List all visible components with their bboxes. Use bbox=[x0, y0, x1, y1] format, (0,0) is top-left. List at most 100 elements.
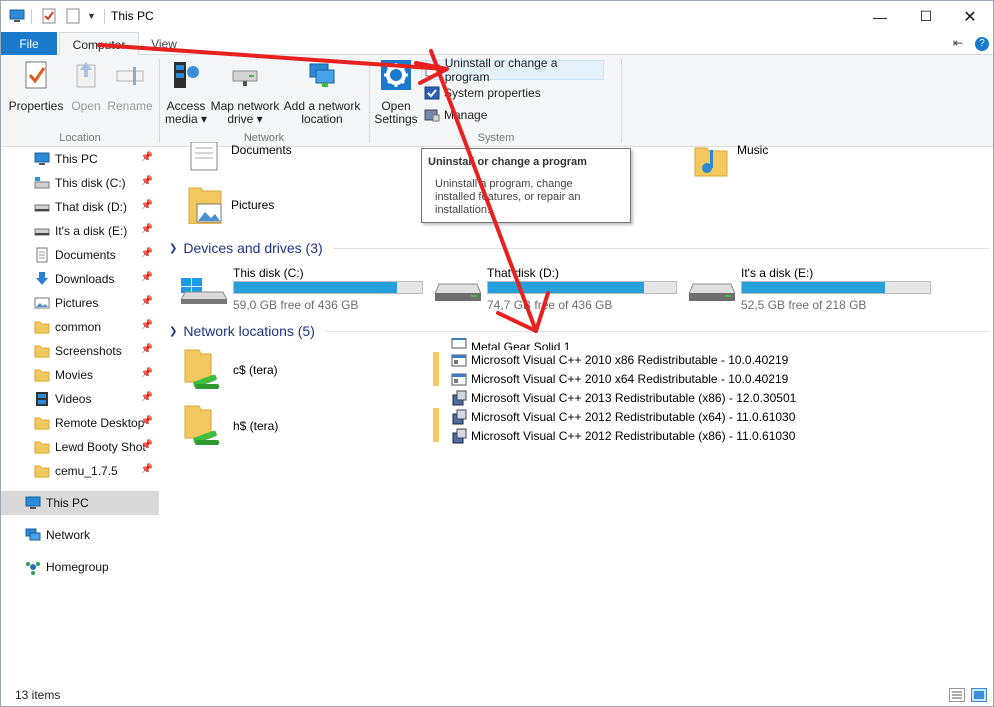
network-location-icon bbox=[309, 63, 335, 87]
group-label-location: Location bbox=[59, 132, 101, 144]
group-label-system: System bbox=[477, 132, 515, 144]
nav-item-screenshots[interactable]: Screenshots 📌 bbox=[1, 339, 159, 363]
pin-icon: 📌 bbox=[140, 416, 153, 427]
system-properties-button[interactable]: System properties bbox=[421, 83, 541, 103]
folder-documents[interactable]: Documents bbox=[187, 142, 292, 180]
uninstall-tooltip: Uninstall or change a program Uninstall … bbox=[421, 148, 631, 223]
nav-item-homegroup[interactable]: Homegroup bbox=[1, 555, 159, 579]
installer-icon bbox=[452, 428, 467, 443]
this-pc-icon bbox=[34, 152, 50, 165]
network-share-h[interactable]: h$ (tera) bbox=[181, 404, 278, 448]
drive-e-usage-fill bbox=[742, 282, 885, 293]
media-icon bbox=[174, 62, 199, 88]
minimize-button[interactable]: — bbox=[857, 1, 903, 32]
nav-item-downloads[interactable]: Downloads 📌 bbox=[1, 267, 159, 291]
nav-item-remote-desktop[interactable]: Remote Desktop 📌 bbox=[1, 411, 159, 435]
nav-item-disk-e[interactable]: It's a disk (E:) 📌 bbox=[1, 219, 159, 243]
access-media-button[interactable]: Access media ▾ bbox=[163, 59, 209, 126]
folder-icon bbox=[34, 465, 50, 478]
drive-e[interactable]: It's a disk (E:) 52,5 GB free of 218 GB bbox=[669, 266, 931, 312]
program-item[interactable]: Microsoft Visual C++ 2012 Redistributabl… bbox=[451, 407, 811, 426]
drive-c[interactable]: This disk (C:) 59,0 GB free of 436 GB bbox=[161, 266, 423, 312]
file-explorer-window: ▼ This PC — ☐ ✕ File Computer View ⇤ ? P… bbox=[0, 0, 994, 707]
open-settings-button[interactable]: Open Settings bbox=[373, 59, 419, 126]
installer-icon bbox=[452, 390, 467, 405]
system-properties-icon bbox=[424, 86, 440, 100]
network-share-c[interactable]: c$ (tera) bbox=[181, 348, 278, 392]
tab-computer[interactable]: Computer bbox=[59, 32, 139, 56]
program-icon bbox=[451, 338, 467, 349]
new-folder-qat-icon[interactable] bbox=[65, 8, 81, 24]
add-network-location-button[interactable]: Add a network location bbox=[283, 59, 361, 126]
folder-pictures[interactable]: Pictures bbox=[187, 186, 274, 224]
nav-item-documents[interactable]: Documents 📌 bbox=[1, 243, 159, 267]
pin-icon: 📌 bbox=[140, 272, 153, 283]
this-pc-icon[interactable] bbox=[9, 8, 25, 24]
network-folder-icon bbox=[184, 349, 219, 389]
maximize-button[interactable]: ☐ bbox=[903, 1, 949, 32]
properties-qat-icon[interactable] bbox=[41, 8, 57, 24]
nav-item-this-pc-quick[interactable]: This PC 📌 bbox=[1, 147, 159, 171]
details-view-icon[interactable] bbox=[949, 688, 965, 702]
ribbon: Properties Open Rename Location Access m… bbox=[1, 55, 993, 147]
windows-drive-icon bbox=[181, 278, 227, 304]
uninstall-program-button[interactable]: Uninstall or change a program bbox=[421, 56, 604, 84]
item-count: 13 items bbox=[15, 688, 61, 702]
installer-icon bbox=[452, 409, 467, 424]
content-pane: Documents Music Pictures ❯ Devices and d… bbox=[161, 142, 993, 679]
drive-icon bbox=[34, 228, 50, 236]
partial-folder-edge bbox=[433, 408, 439, 442]
program-item[interactable]: Metal Gear Solid 1 bbox=[451, 338, 811, 350]
windows-drive-icon bbox=[34, 177, 50, 189]
pin-ribbon-icon[interactable]: ⇤ bbox=[953, 36, 963, 50]
pictures-folder-icon bbox=[188, 187, 222, 224]
large-icons-view-icon[interactable] bbox=[971, 688, 987, 702]
nav-item-cemu[interactable]: cemu_1.7.5 📌 bbox=[1, 459, 159, 483]
map-network-drive-button[interactable]: Map network drive ▾ bbox=[209, 59, 281, 126]
pin-icon: 📌 bbox=[140, 176, 153, 187]
open-button[interactable]: Open bbox=[67, 59, 105, 113]
drive-c-usage-bar bbox=[233, 281, 423, 294]
folder-music[interactable]: Music bbox=[693, 142, 768, 180]
help-icon[interactable]: ? bbox=[975, 37, 989, 51]
partial-folder-edge bbox=[433, 352, 439, 386]
pin-icon: 📌 bbox=[140, 392, 153, 403]
nav-item-disk-c[interactable]: This disk (C:) 📌 bbox=[1, 171, 159, 195]
pin-icon: 📌 bbox=[140, 152, 153, 163]
nav-item-common[interactable]: common 📌 bbox=[1, 315, 159, 339]
pin-icon: 📌 bbox=[140, 440, 153, 451]
chevron-down-icon: ❯ bbox=[169, 325, 178, 337]
program-icon bbox=[451, 354, 467, 366]
open-icon bbox=[76, 62, 96, 88]
network-drive-icon bbox=[232, 70, 258, 86]
nav-item-disk-d[interactable]: That disk (D:) 📌 bbox=[1, 195, 159, 219]
program-item[interactable]: Microsoft Visual C++ 2012 Redistributabl… bbox=[451, 426, 811, 445]
this-pc-icon bbox=[25, 496, 41, 509]
documents-folder-icon bbox=[190, 142, 218, 171]
drive-d[interactable]: That disk (D:) 74,7 GB free of 436 GB bbox=[415, 266, 677, 312]
chevron-down-icon: ❯ bbox=[169, 242, 178, 254]
close-button[interactable]: ✕ bbox=[947, 1, 993, 32]
pictures-icon bbox=[34, 297, 50, 309]
program-item[interactable]: Microsoft Visual C++ 2010 x86 Redistribu… bbox=[451, 350, 811, 369]
manage-button[interactable]: Manage bbox=[421, 105, 487, 125]
program-item[interactable]: Microsoft Visual C++ 2013 Redistributabl… bbox=[451, 388, 811, 407]
nav-item-movies[interactable]: Movies 📌 bbox=[1, 363, 159, 387]
network-locations-header[interactable]: ❯ Network locations (5) bbox=[169, 323, 989, 339]
nav-item-network[interactable]: Network bbox=[1, 523, 159, 547]
tab-view[interactable]: View bbox=[141, 32, 187, 56]
nav-item-pictures[interactable]: Pictures 📌 bbox=[1, 291, 159, 315]
pin-icon: 📌 bbox=[140, 296, 153, 307]
nav-item-lewd-booty-shot[interactable]: Lewd Booty Shot 📌 bbox=[1, 435, 159, 459]
rename-button[interactable]: Rename bbox=[107, 59, 153, 113]
devices-and-drives-header[interactable]: ❯ Devices and drives (3) bbox=[169, 240, 989, 256]
properties-button[interactable]: Properties bbox=[7, 59, 65, 113]
nav-item-videos[interactable]: Videos 📌 bbox=[1, 387, 159, 411]
tab-file[interactable]: File bbox=[1, 32, 57, 55]
drive-c-usage-fill bbox=[234, 282, 397, 293]
network-folder-icon bbox=[184, 405, 219, 445]
nav-item-this-pc[interactable]: This PC bbox=[1, 491, 159, 515]
program-item[interactable]: Microsoft Visual C++ 2010 x64 Redistribu… bbox=[451, 369, 811, 388]
qat-dropdown-icon[interactable]: ▼ bbox=[87, 11, 96, 21]
pin-icon: 📌 bbox=[140, 344, 153, 355]
